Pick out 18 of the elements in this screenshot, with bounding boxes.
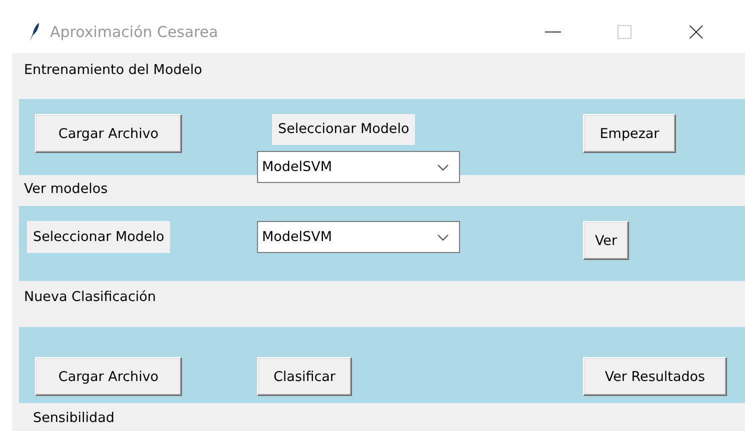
start-button[interactable]: Empezar <box>583 114 676 153</box>
section-heading: Entrenamiento del Modelo <box>23 61 204 80</box>
view-results-button[interactable]: Ver Resultados <box>583 357 727 396</box>
load-file-button[interactable]: Cargar Archivo <box>35 114 182 153</box>
sensitivity-label: Sensibilidad <box>32 409 116 426</box>
view-button[interactable]: Ver <box>583 221 629 260</box>
model-dropdown[interactable]: ModelSVM <box>257 221 460 253</box>
feather-icon <box>28 22 40 42</box>
window-title: Aproximación Cesarea <box>50 22 218 40</box>
chevron-down-icon <box>437 164 449 170</box>
model-dropdown[interactable]: ModelSVM <box>257 151 460 183</box>
classify-button[interactable]: Clasificar <box>257 357 352 396</box>
model-label: Seleccionar Modelo <box>27 221 170 253</box>
model-label: Seleccionar Modelo <box>272 114 416 145</box>
section-heading: Nueva Clasificación <box>23 288 157 307</box>
load-file-button[interactable]: Cargar Archivo <box>35 357 182 396</box>
chevron-down-icon <box>437 234 449 240</box>
section-heading: Ver modelos <box>23 180 109 199</box>
